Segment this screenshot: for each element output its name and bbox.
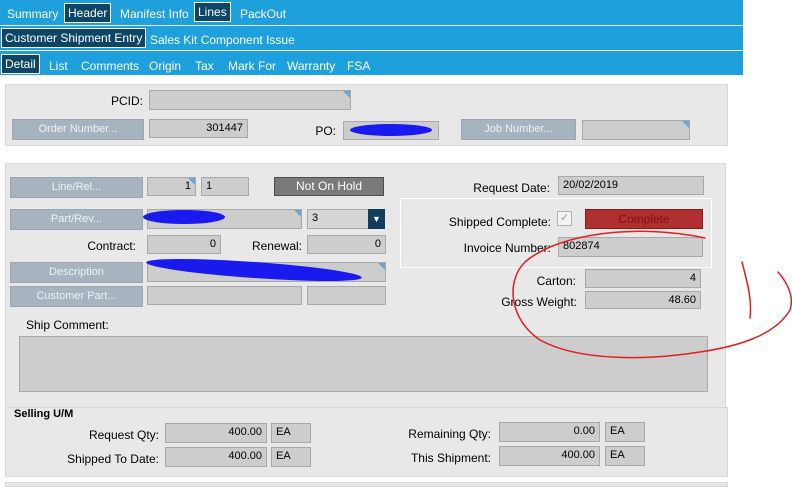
annotation-circle-icon <box>512 230 792 359</box>
